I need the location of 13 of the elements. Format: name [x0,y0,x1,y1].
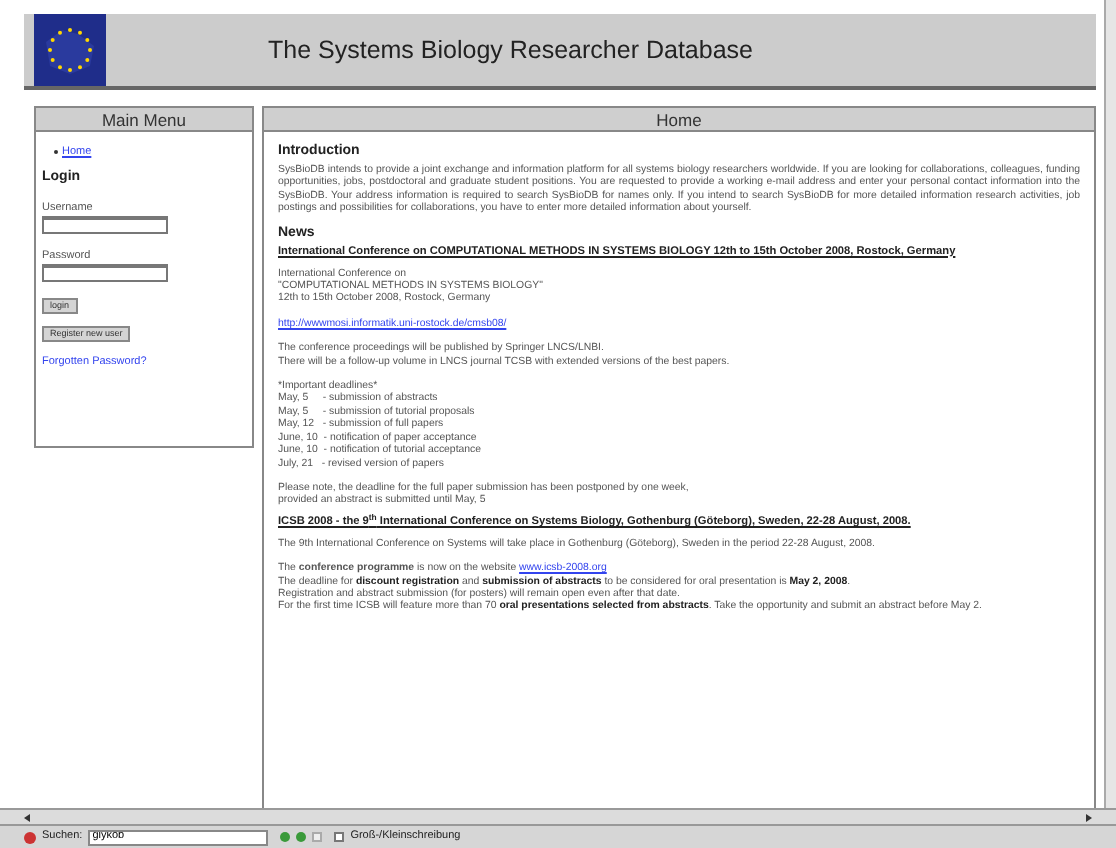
username-field[interactable] [42,216,168,234]
panel-title: Main Menu [36,108,252,132]
vertical-scrollbar[interactable] [1104,0,1116,808]
password-field[interactable] [42,264,168,283]
match-case-checkbox[interactable] [334,832,345,842]
close-icon[interactable] [24,831,36,843]
highlight-icon[interactable] [312,832,323,842]
panel-title: Home [264,108,1094,132]
next-icon[interactable] [280,832,291,842]
logo [32,14,108,86]
site-title: The Systems Biology Researcher Database [268,33,753,68]
horizontal-scrollbar[interactable] [0,808,1116,826]
previous-icon[interactable] [296,832,307,842]
